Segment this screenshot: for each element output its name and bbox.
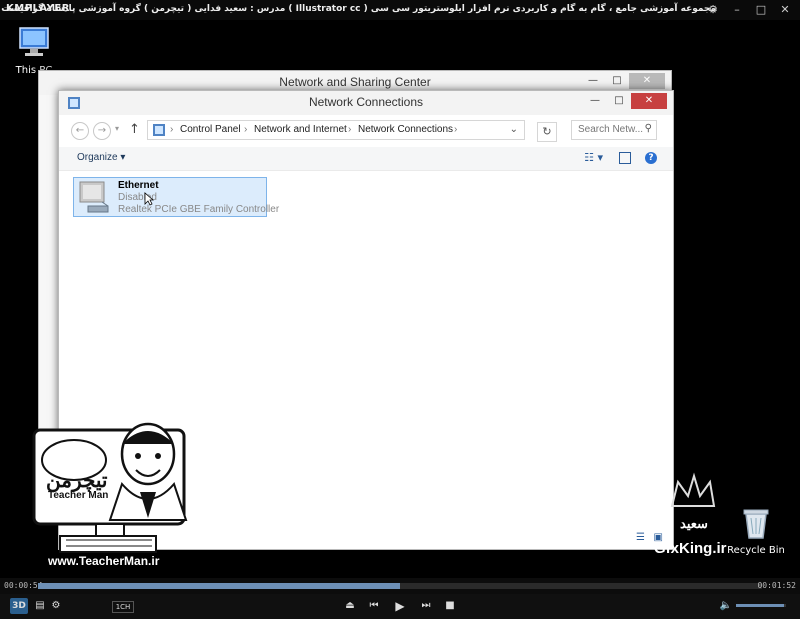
search-placeholder: Search Netw... <box>578 124 644 135</box>
desktop-icon-recycle-bin[interactable]: Recycle Bin <box>726 506 786 556</box>
help-icon[interactable]: ? <box>645 152 657 164</box>
connection-name: Ethernet <box>118 180 159 191</box>
breadcrumb-network-and-internet[interactable]: Network and Internet <box>254 124 347 135</box>
close-button[interactable]: ✕ <box>629 73 665 89</box>
title-bar: Network Connections — □ ✕ <box>59 91 673 115</box>
seek-bar[interactable] <box>38 583 762 589</box>
gfxking-watermark: سعید GfxKing.ir <box>654 472 727 562</box>
navigation-bar: ← → ▾ ↑ › Control Panel › Network and In… <box>67 119 665 143</box>
eject-icon[interactable]: ⏏ <box>342 598 358 614</box>
breadcrumb-separator: › <box>170 124 174 135</box>
window-controls: — □ ✕ <box>583 93 667 109</box>
change-view-icon[interactable]: ☷ ▾ <box>584 151 603 164</box>
breadcrumb-separator: › <box>348 124 352 135</box>
corner-persian-name: سعید <box>680 516 708 531</box>
playback-controls: 3D ▤ ⚙ 1CH ⏏ ⏮ ▶ ⏭ ■ 🔈 <box>0 594 800 619</box>
close-icon[interactable]: ✕ <box>774 2 796 18</box>
breadcrumb-separator: › <box>454 124 458 135</box>
minimize-button[interactable]: — <box>581 73 605 89</box>
maximize-icon[interactable]: □ <box>750 2 772 18</box>
up-arrow-icon[interactable]: ↑ <box>129 122 140 137</box>
window-title: Network Connections <box>308 95 424 109</box>
forward-button[interactable]: → <box>93 122 111 140</box>
play-icon[interactable]: ▶ <box>392 598 408 614</box>
next-icon[interactable]: ⏭ <box>418 598 434 614</box>
player-title-bar: KMPLAYER مجموعه آموزشی جامع ، گام به گام… <box>0 0 800 20</box>
maximize-button[interactable]: □ <box>607 93 631 109</box>
desktop-icon-this-pc[interactable]: This PC <box>4 26 64 76</box>
stop-icon[interactable]: ■ <box>442 598 458 614</box>
recycle-bin-icon <box>743 509 769 539</box>
organize-label: Organize <box>77 152 118 163</box>
minimize-button[interactable]: — <box>583 93 607 109</box>
minimize-icon[interactable]: – <box>726 2 748 18</box>
video-area[interactable]: This PC Network and Sharing Center — □ ✕… <box>0 20 800 578</box>
mouse-cursor-icon <box>144 192 154 206</box>
remaining-time: 00:01:52 <box>757 581 796 590</box>
preview-pane-icon[interactable] <box>619 152 631 164</box>
refresh-button[interactable]: ↻ <box>537 122 557 142</box>
volume-icon[interactable]: 🔈 <box>718 598 734 614</box>
english-brand-name: Teacher Man <box>48 490 109 501</box>
address-bar[interactable]: › Control Panel › Network and Internet ›… <box>147 120 525 140</box>
connection-driver: Realtek PCIe GBE Family Controller <box>118 204 280 215</box>
teacherman-watermark: تیچرمن Teacher Man <box>30 420 190 560</box>
network-adapter-icon <box>79 181 109 213</box>
elapsed-time: 00:00:54 <box>4 581 43 590</box>
seek-bar-area: 00:00:54 00:01:52 <box>0 578 800 594</box>
audio-channel-button[interactable]: 1CH <box>112 601 134 613</box>
player-window-controls: ⚙ – □ ✕ <box>702 2 796 18</box>
pin-icon[interactable]: ⚙ <box>702 2 724 18</box>
address-dropdown-icon[interactable]: ⌄ <box>510 124 518 135</box>
settings-icon[interactable]: ⚙ <box>48 598 64 614</box>
maximize-button[interactable]: □ <box>605 73 629 89</box>
window-controls: — □ ✕ <box>581 73 665 89</box>
search-input[interactable]: Search Netw... ⚲ <box>571 120 657 140</box>
details-view-icon[interactable]: ☰ <box>636 532 645 543</box>
command-bar: Organize ▾ ☷ ▾ ? <box>59 147 673 171</box>
search-icon: ⚲ <box>644 123 652 134</box>
organize-menu[interactable]: Organize ▾ <box>77 152 125 163</box>
breadcrumb-separator: › <box>244 124 248 135</box>
back-button[interactable]: ← <box>71 122 89 140</box>
volume-level <box>736 604 784 607</box>
recent-locations-icon[interactable]: ▾ <box>115 124 119 133</box>
window-title: Network and Sharing Center <box>279 75 431 89</box>
control-panel-icon <box>153 124 165 136</box>
desktop-icon-label: Recycle Bin <box>727 545 785 556</box>
previous-icon[interactable]: ⏮ <box>366 598 382 614</box>
playlist-icon[interactable]: ▤ <box>32 598 48 614</box>
3d-toggle-button[interactable]: 3D <box>10 598 28 614</box>
volume-slider[interactable] <box>736 604 786 607</box>
breadcrumb-control-panel[interactable]: Control Panel <box>180 124 241 135</box>
computer-icon <box>19 27 49 56</box>
close-button[interactable]: ✕ <box>631 93 667 109</box>
seek-progress <box>38 583 400 589</box>
teacherman-site: www.TeacherMan.ir <box>48 554 160 568</box>
crown-icon <box>670 472 716 507</box>
connection-item-ethernet[interactable]: Ethernet Disabled Realtek PCIe GBE Famil… <box>73 177 279 217</box>
player-window: KMPLAYER مجموعه آموزشی جامع ، گام به گام… <box>0 0 800 619</box>
corner-site: GfxKing.ir <box>654 540 727 557</box>
video-caption: مجموعه آموزشی جامع ، گام به گام و کاربرد… <box>0 4 716 14</box>
breadcrumb-network-connections[interactable]: Network Connections <box>358 124 453 135</box>
